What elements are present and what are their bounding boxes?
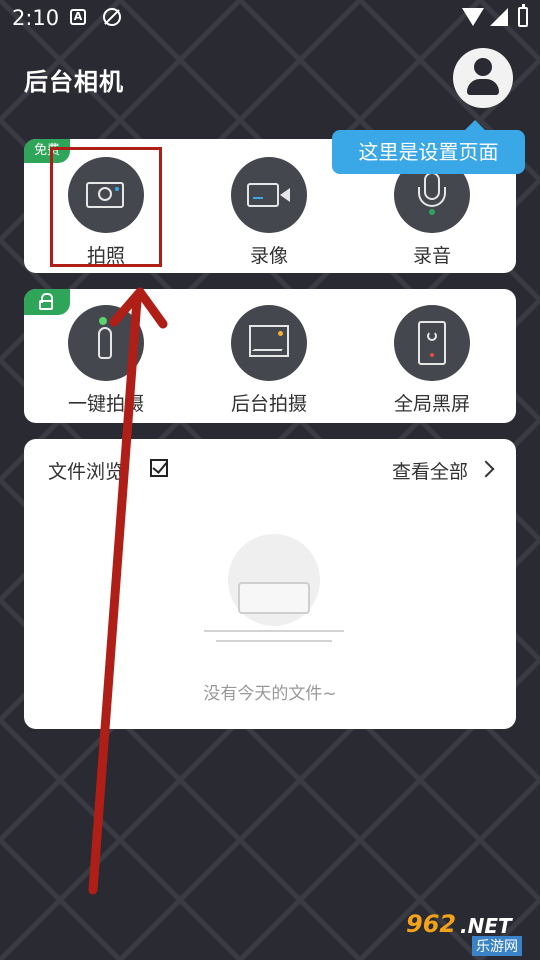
highlight-box <box>50 147 162 267</box>
video-icon-circle <box>231 157 307 233</box>
page-title: 后台相机 <box>24 68 124 96</box>
black-screen-button[interactable]: 全局黑屏 <box>372 305 492 416</box>
user-icon-body <box>467 79 499 95</box>
video-label: 录像 <box>249 245 288 267</box>
empty-tray-icon <box>204 534 344 654</box>
chevron-right-icon[interactable] <box>477 460 495 478</box>
empty-state-text: 没有今天的文件~ <box>203 684 337 704</box>
black-screen-icon-circle <box>394 305 470 381</box>
wifi-icon <box>462 8 484 26</box>
select-checkbox-icon[interactable] <box>150 459 168 477</box>
watermark-net: .NET <box>460 914 512 938</box>
tap-indicator <box>99 317 107 325</box>
video-button[interactable]: 录像 <box>209 157 329 268</box>
user-icon <box>474 58 492 76</box>
settings-tooltip: 这里是设置页面 <box>332 120 525 174</box>
black-screen-label: 全局黑屏 <box>393 393 470 415</box>
status-time: 2:10 <box>12 6 60 30</box>
accessibility-icon: A <box>70 9 86 25</box>
watermark-number: 962 <box>406 910 457 938</box>
watermark-logo: 962 .NET 乐游网 <box>400 910 536 956</box>
file-browser-title: 文件浏览 <box>48 461 125 483</box>
finger-tap-icon <box>98 327 112 359</box>
one-tap-icon-circle <box>68 305 144 381</box>
tray-icon <box>238 582 310 614</box>
one-tap-shoot-button[interactable]: 一键拍摄 <box>46 305 166 416</box>
battery-icon <box>518 4 528 27</box>
view-all-link[interactable]: 查看全部 <box>392 457 468 484</box>
ground-line-short <box>216 640 332 642</box>
status-bar: 2:10 A <box>0 0 540 36</box>
audio-label: 录音 <box>412 245 451 267</box>
one-tap-label: 一键拍摄 <box>67 393 144 415</box>
background-shoot-button[interactable]: 后台拍摄 <box>209 305 329 416</box>
phone-power-icon <box>418 321 446 365</box>
locked-features-card: 一键拍摄 后台拍摄 全局黑屏 <box>24 289 516 423</box>
microphone-stand-icon <box>418 187 446 207</box>
watermark-site-name: 乐游网 <box>472 936 522 956</box>
microphone-indicator <box>429 209 435 215</box>
sync-off-icon <box>103 8 121 26</box>
video-camera-icon <box>247 183 290 207</box>
background-shoot-label: 后台拍摄 <box>230 393 307 415</box>
file-browser-card: 文件浏览 查看全部 没有今天的文件~ <box>24 439 516 729</box>
picture-icon <box>249 325 289 357</box>
settings-avatar-button[interactable] <box>453 48 513 108</box>
background-shoot-icon-circle <box>231 305 307 381</box>
signal-icon <box>490 8 508 26</box>
ground-line <box>204 630 344 632</box>
